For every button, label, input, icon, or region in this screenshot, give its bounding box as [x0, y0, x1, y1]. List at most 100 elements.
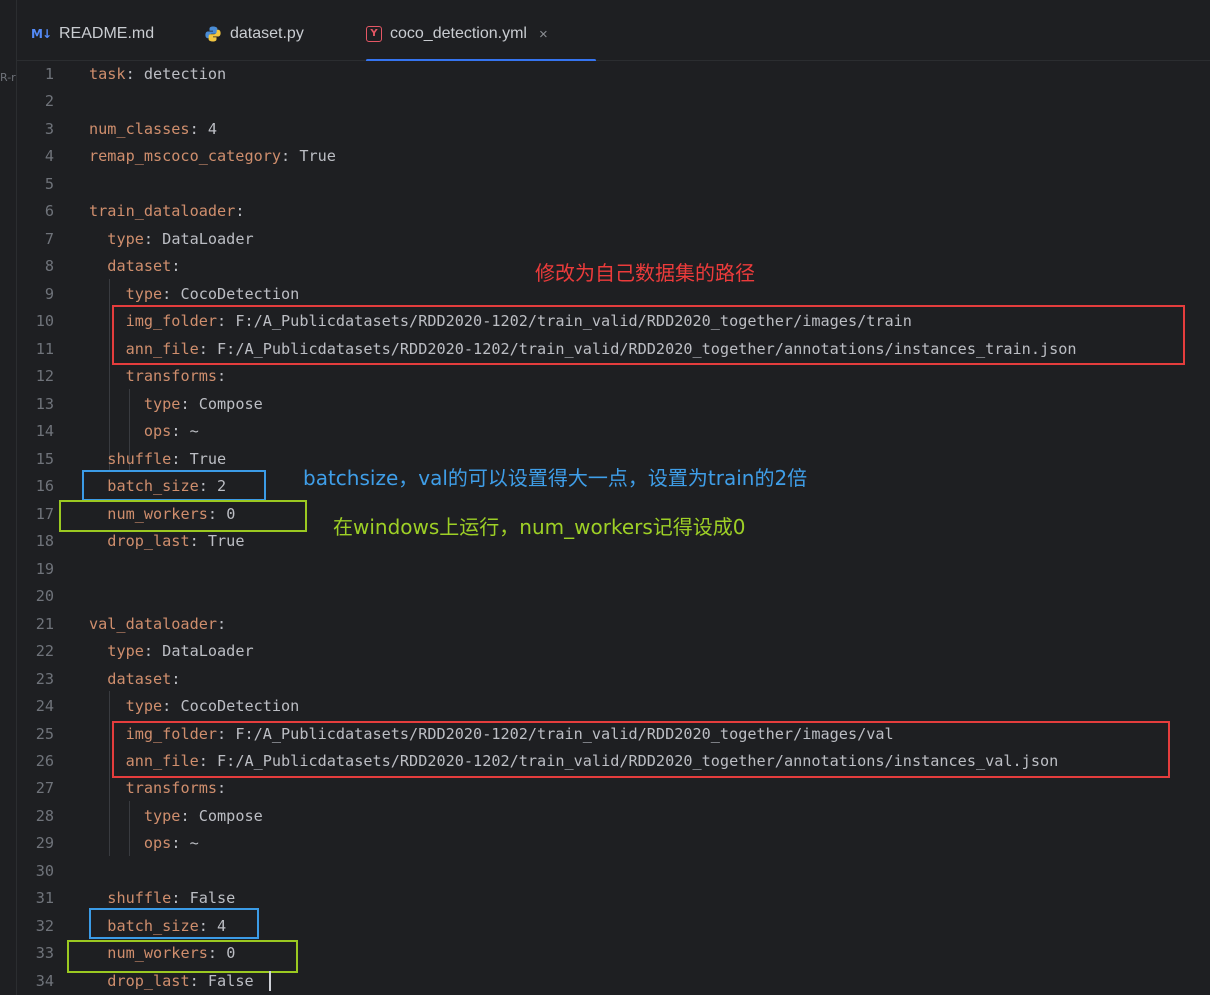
code-text: dataset: — [89, 666, 180, 693]
yaml-value: True — [198, 532, 245, 551]
yaml-value: True — [180, 449, 227, 468]
line-number: 31 — [35, 889, 54, 908]
code-text: ops: ~ — [89, 418, 199, 445]
yaml-key: drop_last — [107, 971, 190, 990]
line-number: 10 — [35, 312, 54, 331]
yaml-key: type — [143, 394, 181, 413]
yaml-value: CocoDetection — [171, 284, 300, 303]
code-text: transforms: — [89, 775, 227, 802]
code-text: num_classes: 4 — [89, 116, 217, 143]
line-number: 30 — [35, 861, 54, 880]
tab-coco-detection-yml[interactable]: Y coco_detection.yml × — [366, 14, 596, 62]
line-number: 23 — [35, 669, 54, 688]
line-number: 6 — [44, 202, 54, 221]
yaml-key: type — [125, 284, 163, 303]
yaml-value: False — [198, 971, 254, 990]
yaml-value: DataLoader — [153, 642, 254, 661]
workers-annotation-note: 在windows上运行，num_workers记得设成0 — [333, 515, 746, 539]
yaml-value: False — [180, 889, 236, 908]
code-text: ops: ~ — [89, 830, 199, 857]
code-line[interactable]: 4 remap_mscoco_category: True — [17, 143, 1210, 170]
tab-label: coco_detection.yml — [390, 25, 527, 42]
yaml-colon: : — [125, 65, 135, 83]
yaml-key: ops — [143, 422, 172, 441]
left-tool-strip: R-r — [0, 0, 17, 995]
code-line[interactable]: 7 type: DataLoader — [17, 226, 1210, 253]
code-line[interactable]: 27 transforms: — [17, 775, 1210, 802]
path-highlight-box-val — [112, 721, 1170, 778]
yaml-key: type — [125, 697, 163, 716]
line-number: 21 — [35, 614, 54, 633]
code-line[interactable]: 30 — [17, 858, 1210, 885]
code-line[interactable]: 14 ops: ~ — [17, 418, 1210, 445]
yaml-value: Compose — [189, 806, 263, 825]
code-line[interactable]: 24 type: CocoDetection — [17, 693, 1210, 720]
yaml-key: shuffle — [107, 449, 172, 468]
num-workers-highlight-train — [59, 500, 307, 532]
line-number: 27 — [35, 779, 54, 798]
code-line[interactable]: 21 val_dataloader: — [17, 611, 1210, 638]
tab-readme[interactable]: M↓ README.md — [31, 14, 154, 54]
code-line[interactable]: 2 — [17, 88, 1210, 115]
code-line[interactable]: 1 task: detection — [17, 61, 1210, 88]
line-number: 1 — [44, 65, 54, 83]
yaml-colon: : — [171, 669, 181, 688]
tab-dataset-py[interactable]: dataset.py — [204, 14, 304, 54]
line-number: 11 — [35, 339, 54, 358]
yaml-colon: : — [189, 532, 199, 551]
code-text: task: detection — [89, 61, 226, 88]
yaml-key: type — [107, 642, 144, 661]
code-line[interactable]: 19 — [17, 556, 1210, 583]
line-number: 2 — [44, 92, 54, 111]
line-number: 16 — [35, 477, 54, 496]
yaml-colon: : — [162, 697, 172, 716]
line-number: 8 — [44, 257, 54, 276]
line-number: 7 — [44, 229, 54, 248]
code-line[interactable]: 6 train_dataloader: — [17, 198, 1210, 225]
code-text: remap_mscoco_category: True — [89, 143, 336, 170]
code-text: transforms: — [89, 363, 227, 390]
code-line[interactable]: 29 ops: ~ — [17, 830, 1210, 857]
python-icon — [204, 25, 222, 43]
code-line[interactable]: 28 type: Compose — [17, 803, 1210, 830]
yaml-value: ~ — [180, 422, 199, 441]
code-line[interactable]: 13 type: Compose — [17, 391, 1210, 418]
code-line[interactable]: 23 dataset: — [17, 666, 1210, 693]
yaml-colon: : — [143, 642, 154, 661]
code-text: type: CocoDetection — [89, 281, 300, 308]
line-number: 29 — [35, 834, 54, 853]
line-number: 22 — [35, 642, 54, 661]
batch-annotation-note: batchsize，val的可以设置得大一点，设置为train的2倍 — [303, 466, 808, 490]
code-text: type: Compose — [89, 391, 263, 418]
yaml-colon: : — [171, 257, 181, 276]
line-number: 9 — [44, 284, 54, 303]
text-cursor — [269, 971, 271, 991]
code-text: dataset: — [89, 253, 180, 280]
yaml-value: DataLoader — [153, 229, 254, 248]
yaml-colon: : — [217, 614, 227, 633]
code-line[interactable]: 20 — [17, 583, 1210, 610]
code-line[interactable]: 3 num_classes: 4 — [17, 116, 1210, 143]
close-icon[interactable]: × — [539, 26, 548, 43]
yaml-value: ~ — [180, 834, 199, 853]
code-line[interactable]: 12 transforms: — [17, 363, 1210, 390]
yaml-colon: : — [180, 806, 190, 825]
yaml-key: num_classes — [89, 119, 190, 138]
yaml-colon: : — [217, 367, 227, 386]
code-line[interactable]: 5 — [17, 171, 1210, 198]
code-text: shuffle: True — [89, 446, 226, 473]
yaml-value: Compose — [189, 394, 263, 413]
line-number: 25 — [35, 724, 54, 743]
code-line[interactable]: 22 type: DataLoader — [17, 638, 1210, 665]
yaml-icon: Y — [366, 26, 382, 42]
